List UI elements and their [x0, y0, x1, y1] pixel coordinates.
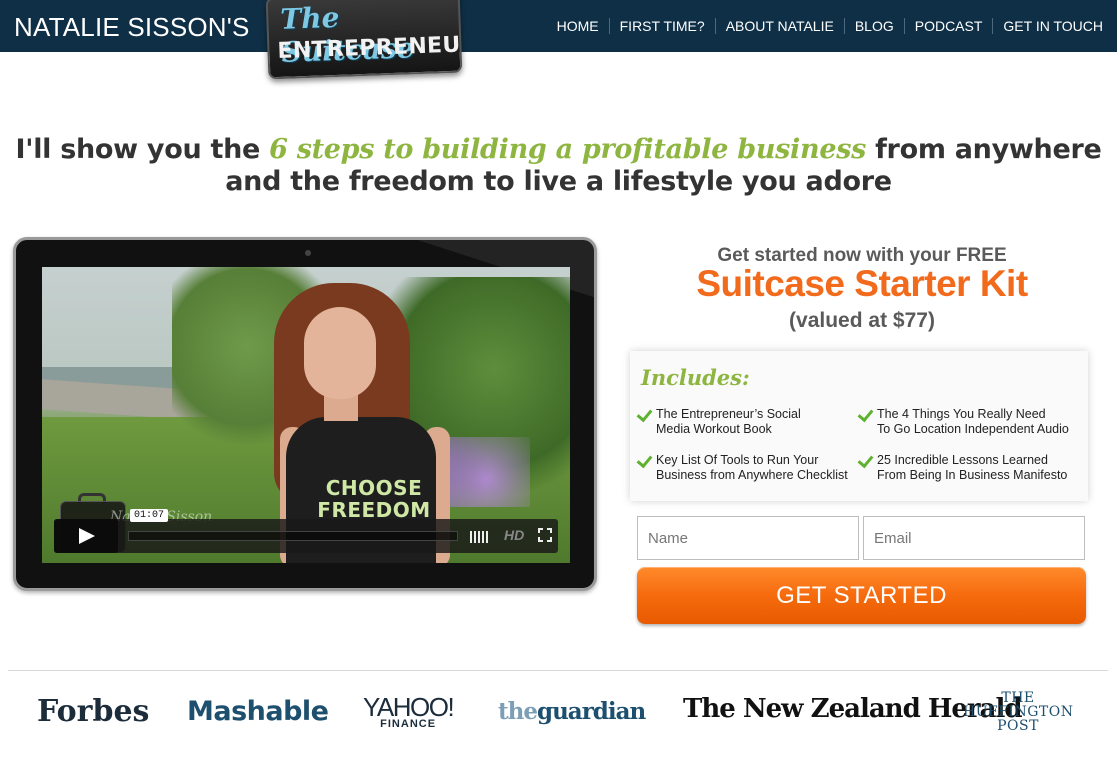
include-item-line: 25 Incredible Lessons Learned [877, 453, 1048, 467]
video-player[interactable]: CHOOSE FREEDOM Natalie Sisson 01:07 HD [42, 267, 570, 563]
include-item: Key List Of Tools to Run Your Business f… [656, 453, 866, 483]
video-progress-bar[interactable] [128, 531, 458, 541]
nav-first-time[interactable]: FIRST TIME? [608, 18, 715, 34]
video-tablet-frame: CHOOSE FREEDOM Natalie Sisson 01:07 HD [13, 237, 597, 591]
section-divider [8, 670, 1108, 671]
checkmark-icon [857, 453, 873, 469]
fullscreen-icon[interactable] [538, 528, 552, 542]
includes-box: Includes: The Entrepreneur’s Social Medi… [630, 351, 1088, 501]
guardian-name: guardian [536, 698, 646, 725]
hd-toggle[interactable]: HD [504, 527, 524, 543]
include-item-line: To Go Location Independent Audio [877, 422, 1069, 436]
headline-accent: 6 steps to building a profitable busines… [269, 134, 867, 165]
name-field[interactable] [637, 516, 859, 560]
nav-blog[interactable]: BLOG [843, 18, 904, 34]
volume-icon[interactable] [470, 530, 496, 543]
press-logo-forbes: Forbes [37, 694, 150, 729]
offer-title: Suitcase Starter Kit [696, 263, 1028, 304]
shirt-line-1: CHOOSE [325, 476, 423, 500]
email-field[interactable] [863, 516, 1085, 560]
press-logo-yahoo-finance: YAHOO! FINANCE [363, 692, 455, 730]
nav-get-in-touch[interactable]: GET IN TOUCH [992, 18, 1103, 34]
shirt-line-2: FREEDOM [317, 498, 431, 522]
include-item-line: The 4 Things You Really Need [877, 407, 1046, 421]
include-item-line: Key List Of Tools to Run Your [656, 453, 819, 467]
huff-line-1: THE [1001, 690, 1035, 706]
include-item: The 4 Things You Really Need To Go Locat… [877, 407, 1087, 437]
site-logo[interactable]: The Suitcase ENTREPRENEUR [265, 0, 463, 80]
top-navigation-bar: NATALIE SISSON'S The Suitcase ENTREPRENE… [0, 0, 1117, 80]
huff-line-2: HUFFINGTON [963, 704, 1074, 720]
main-nav: HOME FIRST TIME? ABOUT NATALIE BLOG PODC… [547, 18, 1103, 34]
include-item-line: From Being In Business Manifesto [877, 468, 1068, 482]
shirt-print: CHOOSE FREEDOM [304, 477, 444, 521]
get-started-button[interactable]: GET STARTED [637, 567, 1086, 624]
include-item-line: The Entrepreneur’s Social [656, 407, 801, 421]
video-timecode: 01:07 [130, 509, 169, 522]
guardian-the: the [498, 698, 538, 725]
video-controls: 01:07 HD [54, 509, 558, 553]
tablet-camera-icon [305, 250, 311, 256]
include-item-line: Media Workout Book [656, 422, 772, 436]
press-logo-huffington-post: THE HUFFINGTON POST [963, 691, 1073, 733]
presenter-face [304, 307, 376, 399]
headline-before: I'll show you the [15, 134, 270, 165]
press-logo-guardian: theguardian [498, 698, 646, 725]
include-item-line: Business from Anywhere Checklist [656, 468, 848, 482]
include-item: The Entrepreneur’s Social Media Workout … [656, 407, 856, 437]
checkmark-icon [857, 407, 873, 423]
yahoo-wordmark: YAHOO! [363, 692, 455, 722]
nav-about[interactable]: ABOUT NATALIE [714, 18, 844, 34]
include-item: 25 Incredible Lessons Learned From Being… [877, 453, 1087, 483]
press-logo-mashable: Mashable [187, 696, 329, 727]
nav-home[interactable]: HOME [547, 18, 609, 34]
nav-podcast[interactable]: PODCAST [903, 18, 993, 34]
checkmark-icon [636, 407, 652, 423]
page-headline: I'll show you the 6 steps to building a … [0, 134, 1117, 198]
includes-title: Includes: [641, 365, 750, 390]
checkmark-icon [636, 453, 652, 469]
play-icon[interactable] [54, 519, 118, 553]
brand-name[interactable]: NATALIE SISSON'S [14, 12, 250, 43]
huff-line-3: POST [997, 718, 1039, 734]
offer-value: (valued at $77) [789, 309, 935, 332]
